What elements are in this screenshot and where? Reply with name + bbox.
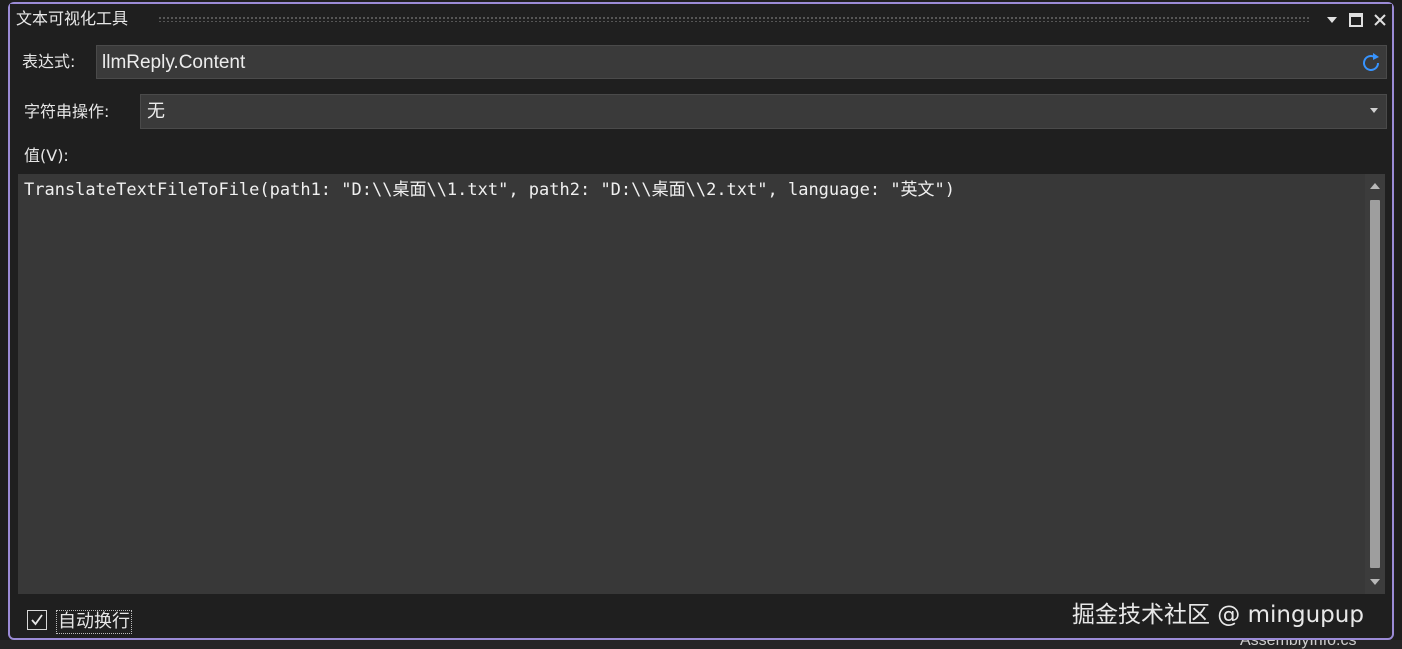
titlebar[interactable]: 文本可视化工具: [10, 4, 1392, 36]
refresh-icon[interactable]: [1359, 51, 1383, 75]
checkmark-icon: [31, 614, 43, 626]
scrollbar-thumb[interactable]: [1370, 200, 1380, 568]
value-label: 值(V):: [24, 146, 69, 165]
window-title: 文本可视化工具: [16, 9, 129, 28]
watermark: 掘金技术社区 @ mingupup: [1072, 602, 1364, 628]
string-operation-select[interactable]: 无: [140, 94, 1387, 129]
word-wrap-checkbox[interactable]: [27, 610, 47, 630]
scroll-up-icon[interactable]: [1370, 183, 1380, 189]
string-operation-value: 无: [147, 101, 165, 122]
expression-label: 表达式:: [22, 52, 76, 71]
value-textarea[interactable]: TranslateTextFileToFile(path1: "D:\\桌面\\…: [18, 174, 1385, 594]
close-icon: [1374, 14, 1386, 26]
window-menu-button[interactable]: [1322, 10, 1342, 30]
close-button[interactable]: [1370, 10, 1390, 30]
ide-background-bottom: [0, 640, 1402, 649]
maximize-button[interactable]: [1346, 10, 1366, 30]
string-operation-label: 字符串操作:: [24, 102, 110, 121]
expression-field[interactable]: llmReply.Content: [96, 45, 1387, 79]
vertical-scrollbar[interactable]: [1365, 174, 1385, 594]
titlebar-grip[interactable]: [158, 16, 1310, 22]
chevron-down-icon: [1370, 108, 1378, 113]
scroll-down-icon[interactable]: [1370, 579, 1380, 585]
word-wrap-label[interactable]: 自动换行: [56, 610, 132, 634]
chevron-down-icon: [1327, 17, 1337, 23]
text-visualizer-window: 文本可视化工具 表达式: llmReply.Content 字符串操作: 无 值…: [8, 2, 1394, 640]
value-text[interactable]: TranslateTextFileToFile(path1: "D:\\桌面\\…: [24, 179, 955, 201]
maximize-icon: [1349, 13, 1363, 27]
expression-value[interactable]: llmReply.Content: [102, 52, 245, 74]
